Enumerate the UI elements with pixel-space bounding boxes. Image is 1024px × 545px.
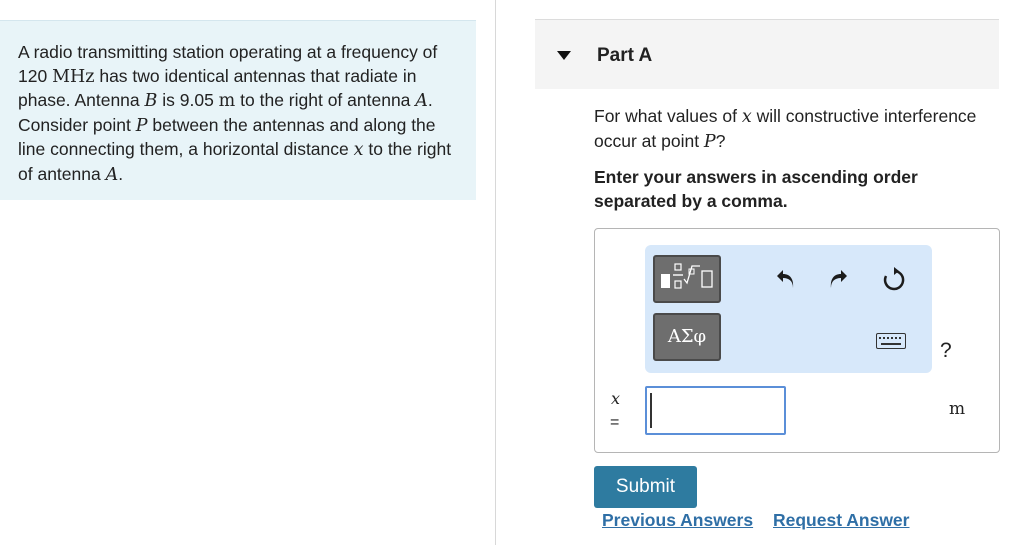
column-divider [495,0,496,545]
math-toolbar: ΑΣφ ? [645,245,952,373]
antenna-a-symbol: A [415,91,428,112]
question-text: For what values of x will constructive i… [594,105,994,154]
variable-x-symbol: x [741,107,752,127]
templates-button[interactable] [653,255,721,303]
undo-icon[interactable] [775,269,797,295]
text-caret [650,393,652,428]
caret-down-icon[interactable] [557,51,571,60]
antenna-a-symbol: A [105,164,119,185]
symbols-button[interactable]: ΑΣφ [653,313,721,361]
problem-text-part: is 9.05 [157,90,219,111]
equals-sign: = [610,414,620,431]
symbols-label: ΑΣφ [667,326,707,347]
question-text-part: ? [715,130,726,151]
antenna-b-symbol: B [144,91,158,112]
instruction-text: Enter your answers in ascending order se… [594,167,918,211]
distance-unit: m [218,91,236,112]
point-p-symbol: P [703,131,716,152]
problem-text: A radio transmitting station operating a… [18,41,458,188]
problem-text-part: . [118,163,124,184]
answer-unit-label: m [949,399,966,419]
frequency-unit: MHz [52,66,95,87]
question-text-part: For what values of [594,106,742,126]
keyboard-icon[interactable] [876,333,906,349]
previous-answers-link[interactable]: Previous Answers [602,510,753,531]
answer-box: ΑΣφ ? x = m [594,228,1000,453]
redo-icon[interactable] [827,269,849,295]
reset-icon[interactable] [881,267,907,298]
answer-input[interactable] [645,386,786,435]
help-icon[interactable]: ? [940,339,952,363]
templates-icon [661,263,713,289]
submit-button[interactable]: Submit [594,466,697,508]
problem-panel: A radio transmitting station operating a… [0,20,476,200]
part-title: Part A [597,45,653,66]
variable-x-symbol: x [353,140,364,161]
request-answer-link[interactable]: Request Answer [773,510,909,531]
answer-variable-label: x [611,389,621,408]
part-header[interactable]: Part A [535,19,999,89]
problem-text-part: to the right of antenna [235,90,416,111]
point-p-symbol: P [135,115,148,136]
